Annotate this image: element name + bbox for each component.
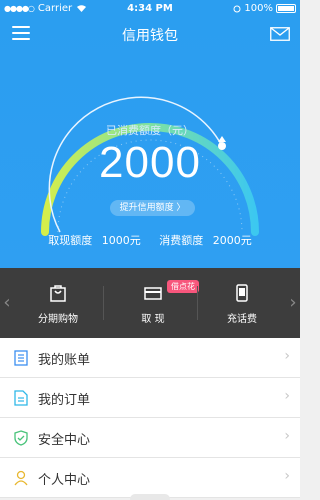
quota-summary: 取现额度 1000元 消费额度 2000元 [0,232,300,248]
shortcut-bar: ‹ › 分期购物 取 现 借点花 充话费 [0,268,300,338]
menu-item-label: 我的订单 [38,393,91,408]
page-title: 信用钱包 [122,28,178,44]
shortcut-label: 充话费 [227,314,257,325]
consumed-value: 2000 [99,138,201,187]
bottom-handle [130,494,170,500]
shortcut-cash[interactable]: 取 现 [103,268,203,338]
raise-limit-button[interactable]: 提升信用额度 〉 [110,200,195,216]
menu-item-label: 我的账单 [38,353,91,368]
menu-list: 我的账单 › 我的订单 › 安全中心 › 个人中心 › [0,338,300,498]
consumed-label: 已消费额度（元） [106,124,194,137]
menu-item-bills[interactable]: 我的账单 › [0,338,300,378]
chevron-right-icon: › [284,388,290,404]
mail-icon[interactable] [270,27,290,41]
user-icon [14,470,28,486]
shortcut-label: 取 现 [141,314,165,325]
bill-icon [14,350,28,366]
status-bar: ●●●●○ Carrier 4:34 PM 100% [0,0,300,18]
battery-percent: 100% [244,3,273,14]
menu-item-label: 个人中心 [38,473,91,488]
menu-item-security[interactable]: 安全中心 › [0,418,300,458]
chevron-right-icon: › [284,428,290,444]
battery-icon [276,4,296,13]
navbar: 信用钱包 [0,18,300,50]
alarm-icon [233,5,241,12]
consume-limit-label: 消费额度 [159,234,204,247]
cash-limit-value: 1000元 [101,234,141,247]
order-icon [14,390,28,406]
menu-item-label: 安全中心 [38,433,91,448]
menu-item-orders[interactable]: 我的订单 › [0,378,300,418]
credit-hero: 信用钱包 已消费额度（元） 2000 提升信用额度 〉 取现额度 1000元 消… [0,18,300,268]
shortcut-label: 分期购物 [38,314,78,325]
chevron-right-icon: › [284,468,290,484]
shopping-bag-icon [50,285,66,302]
menu-item-profile[interactable]: 个人中心 › [0,458,300,498]
consume-limit-value: 2000元 [212,234,252,247]
chevron-right-icon: › [284,348,290,364]
card-icon [144,287,162,300]
shortcut-topup[interactable]: 充话费 [192,268,292,338]
shortcut-installment[interactable]: 分期购物 [8,268,108,338]
cash-limit-label: 取现额度 [48,234,93,247]
shield-icon [14,430,28,446]
phone-icon [236,284,248,302]
